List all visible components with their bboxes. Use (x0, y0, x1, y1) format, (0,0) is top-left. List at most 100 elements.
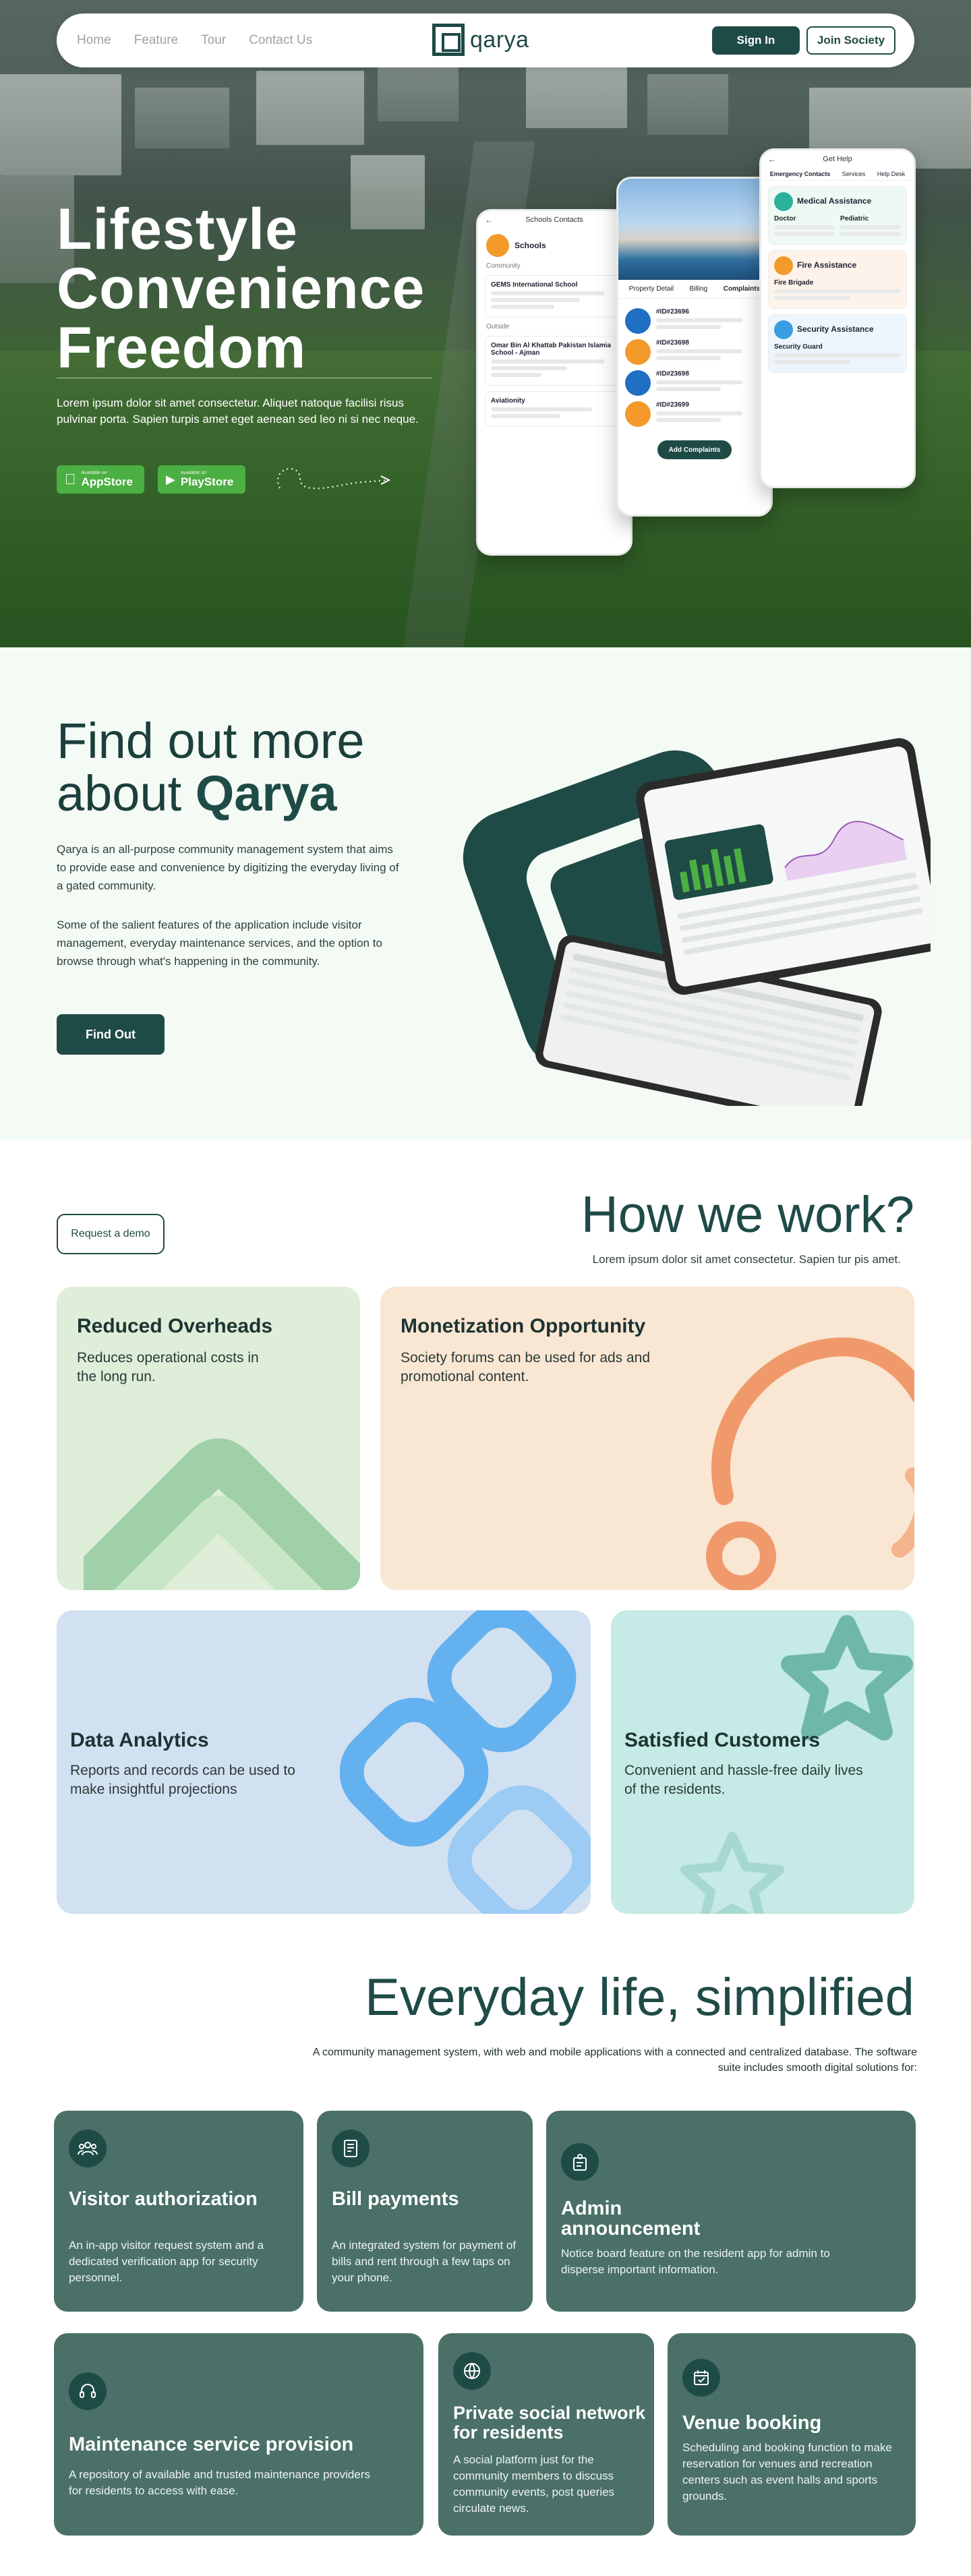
logo-mark-icon (432, 24, 465, 56)
apple-icon:  (65, 472, 76, 487)
playstore-button[interactable]: ▶ Available on PlayStore (158, 465, 245, 494)
tile-title: Venue booking (682, 2412, 822, 2434)
nav-links: Home Feature Tour Contact Us (77, 13, 312, 67)
star-icon (781, 1615, 913, 1740)
tile-title: Maintenance service provision (69, 2434, 354, 2455)
tab-complaints[interactable]: Complaints (724, 285, 760, 293)
tab-emergency[interactable]: Emergency Contacts (770, 171, 831, 177)
about-title-line2: about (57, 765, 196, 821)
rounded-squares-icon (340, 1610, 591, 1914)
school-card[interactable]: Aviationity (485, 391, 624, 427)
pediatric-label: Pediatric (840, 215, 869, 223)
card-text: Society forums can be used for ads and p… (401, 1350, 651, 1384)
about-section: Find out more about Qarya Qarya is an al… (0, 647, 971, 1140)
doctor-label: Doctor (774, 215, 796, 223)
tab-services[interactable]: Services (842, 171, 866, 177)
electricity-icon (625, 339, 651, 365)
complaint-item[interactable]: #ID#23698 (625, 339, 764, 365)
appstore-button[interactable]:  Available onAppStore (57, 465, 144, 494)
star-outline-icon (680, 1832, 784, 1914)
about-title-brand: Qarya (195, 765, 337, 821)
school-card[interactable]: Omar Bin Al Khattab Pakistan Islamia Sch… (485, 336, 624, 386)
guard-label: Security Guard (774, 343, 823, 351)
tile-visitor-authorization[interactable]: Visitor authorization An in-app visitor … (54, 2111, 303, 2312)
hero-background-building (0, 74, 121, 175)
about-paragraph-1: Qarya is an all-purpose community manage… (57, 843, 399, 892)
community-label: Community (486, 262, 521, 270)
devices-illustration (463, 738, 931, 1106)
hero-title: Lifestyle Convenience Freedom (57, 200, 461, 378)
complaint-id: #ID#23699 (656, 401, 689, 409)
tile-private-social-network[interactable]: Private social network for residents A s… (438, 2333, 654, 2536)
security-card[interactable]: Security Assistance Security Guard (768, 314, 907, 373)
nav-link-home[interactable]: Home (77, 33, 111, 48)
medical-card[interactable]: Medical Assistance Doctor Pediatric (768, 186, 907, 245)
request-demo-button[interactable]: Request a demo (57, 1214, 165, 1254)
complaint-id: #ID#23696 (656, 308, 689, 316)
how-subtitle: Lorem ipsum dolor sit amet consectetur. … (592, 1253, 901, 1266)
electricity-icon (625, 401, 651, 427)
complaint-item[interactable]: #ID#23696 (625, 308, 764, 334)
fire-title: Fire Assistance (797, 260, 857, 270)
water-icon (625, 308, 651, 334)
headset-icon (69, 2372, 107, 2410)
tile-bill-payments[interactable]: Bill payments An integrated system for p… (317, 2111, 533, 2312)
tile-maintenance-service[interactable]: Maintenance service provision A reposito… (54, 2333, 423, 2536)
bill-icon (332, 2130, 370, 2167)
tile-text: Scheduling and booking function to make … (682, 2441, 892, 2502)
tile-title: Visitor authorization (69, 2188, 258, 2210)
complaint-id: #ID#23698 (656, 370, 689, 378)
appstore-small: Available on (70, 470, 107, 475)
nav-link-feature[interactable]: Feature (134, 33, 178, 48)
hero-background-building (256, 71, 364, 145)
tile-venue-booking[interactable]: Venue booking Scheduling and booking fun… (668, 2333, 916, 2536)
arc-shape-icon (706, 1337, 914, 1590)
card-satisfied-customers: Satisfied Customers Convenient and hassl… (611, 1610, 914, 1914)
about-paragraph-2: Some of the salient features of the appl… (57, 918, 382, 968)
about-title-line1: Find out more (57, 713, 365, 769)
appstore-label: AppStore (70, 475, 134, 488)
hero-background-building (135, 88, 229, 148)
nav-link-tour[interactable]: Tour (201, 33, 226, 48)
hero-background-building (647, 74, 728, 135)
phone-mock-schools: Schools Contacts Schools Community GEMS … (476, 209, 632, 556)
top-nav: Home Feature Tour Contact Us qarya Sign … (57, 13, 914, 67)
card-text: Reports and records can be used to make … (70, 1763, 295, 1797)
card-reduced-overheads: Reduced Overheads Reduces operational co… (57, 1287, 360, 1590)
tile-admin-announcement[interactable]: Admin announcement Notice board feature … (546, 2111, 916, 2312)
card-monetization: Monetization Opportunity Society forums … (380, 1287, 914, 1590)
find-out-button[interactable]: Find Out (57, 1014, 165, 1055)
add-complaints-button[interactable]: Add Complaints (657, 440, 732, 459)
tile-title: Bill payments (332, 2188, 459, 2210)
tile-title: Admin announcement (561, 2198, 701, 2240)
school-icon (486, 234, 509, 257)
medical-icon (774, 192, 793, 211)
tile-text: A repository of available and trusted ma… (69, 2468, 370, 2497)
school-name: Aviationity (491, 397, 525, 405)
house-image (618, 179, 771, 280)
complaint-item[interactable]: #ID#23699 (625, 401, 764, 427)
playstore-label: PlayStore (180, 475, 234, 488)
calendar-icon (682, 2359, 720, 2397)
complaint-item[interactable]: #ID#23698 (625, 370, 764, 396)
about-title: Find out more about Qarya (57, 715, 365, 820)
card-text: Convenient and hassle-free daily lives o… (624, 1763, 863, 1797)
announcement-icon (561, 2143, 599, 2181)
join-society-button[interactable]: Join Society (806, 26, 895, 55)
logo[interactable]: qarya (432, 24, 529, 56)
water-icon (625, 370, 651, 396)
school-name: GEMS International School (491, 281, 578, 289)
tab-billing[interactable]: Billing (689, 285, 707, 293)
visitors-icon (69, 2130, 107, 2167)
card-title: Data Analytics (70, 1729, 209, 1751)
nav-link-contact[interactable]: Contact Us (249, 33, 312, 48)
fire-card[interactable]: Fire Assistance Fire Brigade (768, 250, 907, 309)
school-name: Omar Bin Al Khattab Pakistan Islamia Sch… (491, 342, 612, 357)
sign-in-button[interactable]: Sign In (712, 26, 800, 55)
tab-helpdesk[interactable]: Help Desk (877, 171, 906, 177)
tab-property[interactable]: Property Detail (629, 285, 674, 293)
hero-title-line: Lifestyle (57, 197, 298, 262)
phone-header: Schools Contacts (478, 211, 630, 229)
school-card[interactable]: GEMS International School (485, 275, 624, 318)
tile-title: Private social network for residents (453, 2403, 646, 2442)
